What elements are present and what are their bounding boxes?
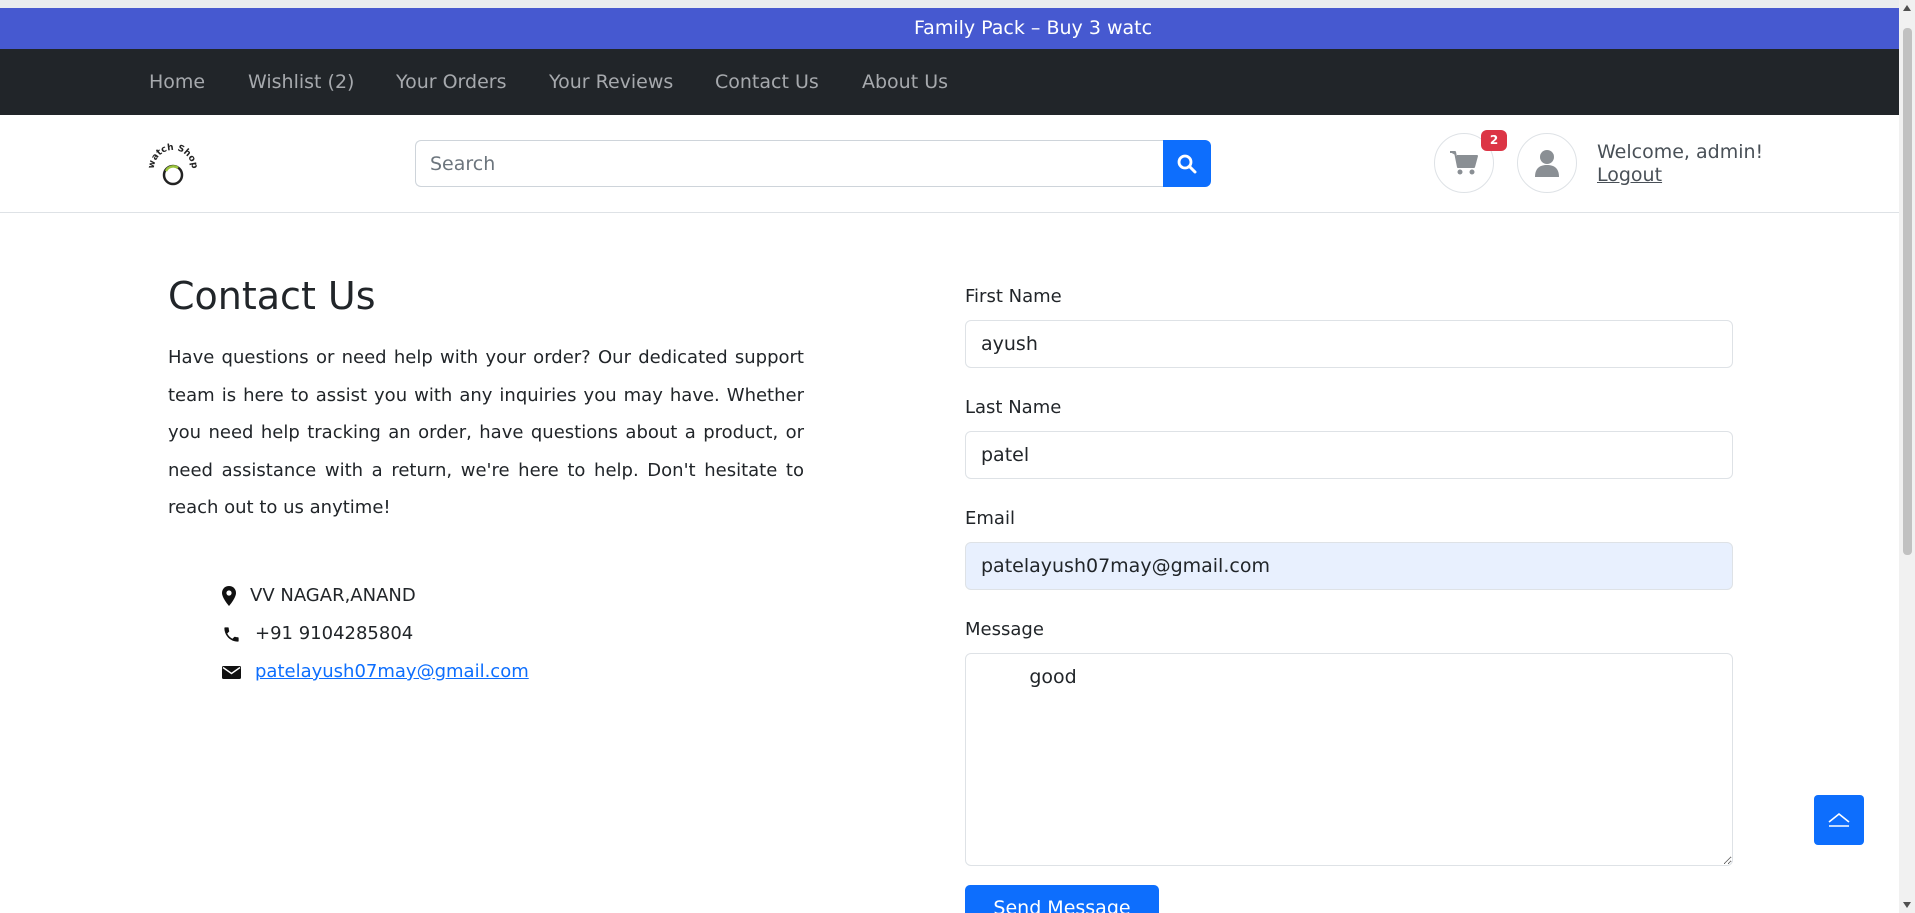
address-row: VV NAGAR,ANAND: [222, 584, 416, 608]
message-label: Message: [965, 619, 1044, 640]
search-input[interactable]: [415, 140, 1163, 187]
site-header: watch Shop 2 Welco: [0, 115, 1899, 213]
logout-link[interactable]: Logout: [1597, 163, 1662, 187]
shop-logo[interactable]: watch Shop: [147, 143, 199, 189]
page-scrollbar[interactable]: [1899, 0, 1915, 913]
contact-intro-text: Have questions or need help with your or…: [168, 347, 804, 518]
address-text: VV NAGAR,ANAND: [250, 585, 416, 606]
email-label: Email: [965, 508, 1015, 529]
last-name-label: Last Name: [965, 397, 1062, 418]
phone-text: +91 9104285804: [255, 623, 414, 644]
send-message-button[interactable]: Send Message: [965, 885, 1159, 913]
search-button[interactable]: [1163, 140, 1211, 187]
cart-icon: [1450, 151, 1478, 175]
nav-home[interactable]: Home: [149, 49, 205, 115]
map-pin-icon: [222, 586, 236, 606]
email-input[interactable]: [965, 542, 1733, 590]
contact-email-link[interactable]: patelayush07may@gmail.com: [255, 660, 529, 684]
welcome-text: Welcome, admin!: [1597, 141, 1764, 163]
last-name-input[interactable]: [965, 431, 1733, 479]
nav-wishlist[interactable]: Wishlist (2): [248, 49, 354, 115]
nav-your-orders[interactable]: Your Orders: [396, 49, 507, 115]
top-navbar: Home Wishlist (2) Your Orders Your Revie…: [0, 49, 1899, 115]
chevron-up-icon: [1828, 812, 1850, 827]
phone-row: +91 9104285804: [222, 622, 413, 646]
promo-banner: Family Pack – Buy 3 watc: [0, 8, 1899, 49]
user-avatar-button[interactable]: [1517, 133, 1577, 193]
phone-icon: [224, 626, 239, 642]
page-title: Contact Us: [168, 274, 376, 318]
top-strip: [0, 0, 1899, 8]
watch-logo-icon: watch Shop: [147, 143, 199, 186]
message-textarea[interactable]: good: [965, 653, 1733, 866]
first-name-label: First Name: [965, 286, 1062, 307]
email-row: patelayush07may@gmail.com: [222, 660, 529, 684]
nav-contact-us[interactable]: Contact Us: [715, 49, 819, 115]
cart-count-badge: 2: [1481, 130, 1507, 151]
scrollbar-thumb[interactable]: [1903, 28, 1912, 555]
envelope-icon: [222, 665, 241, 679]
nav-your-reviews[interactable]: Your Reviews: [549, 49, 673, 115]
first-name-input[interactable]: [965, 320, 1733, 368]
search-icon: [1177, 154, 1197, 173]
back-to-top-button[interactable]: [1814, 795, 1864, 845]
nav-about-us[interactable]: About Us: [862, 49, 948, 115]
scroll-up-arrow-icon[interactable]: [1903, 5, 1911, 11]
user-icon: [1535, 150, 1559, 177]
scroll-down-arrow-icon[interactable]: [1903, 902, 1911, 908]
page-viewport: Family Pack – Buy 3 watc Home Wishlist (…: [0, 0, 1899, 913]
promo-text: Family Pack – Buy 3 watc: [914, 17, 1153, 39]
